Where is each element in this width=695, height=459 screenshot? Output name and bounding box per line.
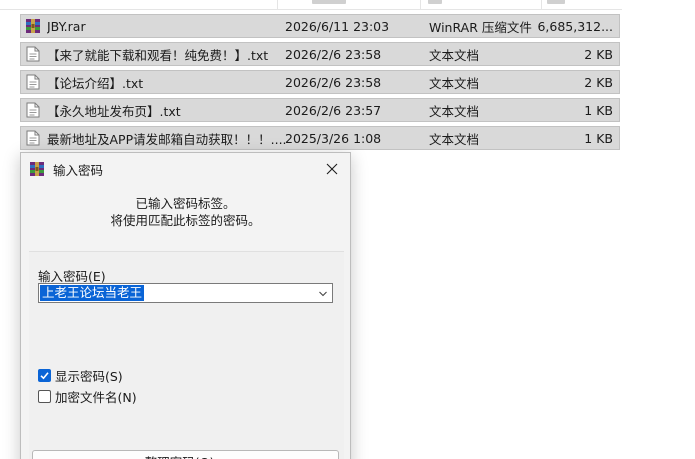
text-file-icon	[25, 45, 41, 63]
column-header-size[interactable]	[547, 0, 565, 4]
winrar-app-icon	[29, 161, 45, 177]
dialog-titlebar[interactable]: 输入密码	[21, 153, 350, 185]
organize-passwords-button[interactable]: 整理密码(O)...	[32, 450, 339, 459]
file-name: 最新地址及APP请发邮箱自动获取！！！....	[47, 131, 287, 147]
file-size: 6,685,312...	[537, 18, 613, 34]
file-row[interactable]: 【来了就能下载和观看！纯免费！】.txt 2026/2/6 23:58 文本文档…	[20, 42, 620, 66]
file-row[interactable]: 【论坛介绍】.txt 2026/2/6 23:58 文本文档 2 KB	[20, 70, 620, 94]
file-date: 2026/2/6 23:58	[285, 46, 382, 62]
file-row[interactable]: JBY.rar 2026/6/11 23:03 WinRAR 压缩文件 6,68…	[20, 14, 620, 38]
file-size: 2 KB	[584, 46, 613, 62]
chevron-down-icon[interactable]	[318, 288, 328, 298]
file-type: 文本文档	[429, 47, 480, 63]
file-name: 【永久地址发布页】.txt	[47, 103, 181, 119]
file-date: 2026/2/6 23:57	[285, 102, 382, 118]
info-line: 将使用匹配此标签的密码。	[110, 213, 261, 228]
file-name: JBY.rar	[47, 18, 86, 34]
checkbox-checked-icon[interactable]	[38, 369, 51, 382]
explorer-window: JBY.rar 2026/6/11 23:03 WinRAR 压缩文件 6,68…	[0, 0, 695, 459]
show-password-checkbox[interactable]: 显示密码(S)	[38, 366, 123, 385]
file-size: 2 KB	[584, 74, 613, 90]
dialog-title: 输入密码	[53, 162, 104, 178]
file-size: 1 KB	[584, 102, 613, 118]
file-type: 文本文档	[429, 131, 480, 147]
text-file-icon	[25, 101, 41, 119]
file-size: 1 KB	[584, 130, 613, 146]
file-date: 2026/6/11 23:03	[285, 18, 390, 34]
checkbox-unchecked-icon[interactable]	[38, 390, 51, 403]
column-header-type[interactable]	[428, 0, 442, 4]
password-dialog: 输入密码 已输入密码标签。 将使用匹配此标签的密码。 输入密码(E) 上老王论坛…	[20, 152, 351, 459]
file-date: 2025/3/26 1:08	[285, 130, 382, 146]
info-line: 已输入密码标签。	[135, 196, 236, 211]
file-type: WinRAR 压缩文件	[429, 19, 532, 35]
password-input[interactable]: 上老王论坛当老王	[40, 285, 145, 301]
text-file-icon	[25, 73, 41, 91]
file-type: 文本文档	[429, 75, 480, 91]
column-separator[interactable]	[420, 0, 421, 9]
column-separator[interactable]	[277, 0, 278, 9]
column-header-date[interactable]	[312, 0, 346, 4]
close-icon[interactable]	[318, 155, 346, 183]
encrypt-filenames-checkbox[interactable]: 加密文件名(N)	[38, 387, 137, 406]
password-combobox[interactable]: 上老王论坛当老王	[38, 283, 333, 303]
show-password-label: 显示密码(S)	[55, 369, 123, 384]
file-type: 文本文档	[429, 103, 480, 119]
encrypt-filenames-label: 加密文件名(N)	[55, 390, 137, 405]
rar-archive-icon	[25, 17, 41, 35]
file-list: JBY.rar 2026/6/11 23:03 WinRAR 压缩文件 6,68…	[20, 14, 620, 154]
text-file-icon	[25, 129, 41, 147]
file-name: 【来了就能下载和观看！纯免费！】.txt	[47, 47, 269, 63]
password-panel: 输入密码(E) 上老王论坛当老王 显示密码(S) 加密文件名(N)	[29, 251, 344, 459]
file-date: 2026/2/6 23:58	[285, 74, 382, 90]
file-row[interactable]: 【永久地址发布页】.txt 2026/2/6 23:57 文本文档 1 KB	[20, 98, 620, 122]
file-name: 【论坛介绍】.txt	[47, 75, 144, 91]
dialog-info: 已输入密码标签。 将使用匹配此标签的密码。	[21, 195, 350, 229]
column-header	[0, 0, 622, 10]
file-row[interactable]: 最新地址及APP请发邮箱自动获取！！！.... 2025/3/26 1:08 文…	[20, 126, 620, 150]
column-separator[interactable]	[541, 0, 542, 9]
